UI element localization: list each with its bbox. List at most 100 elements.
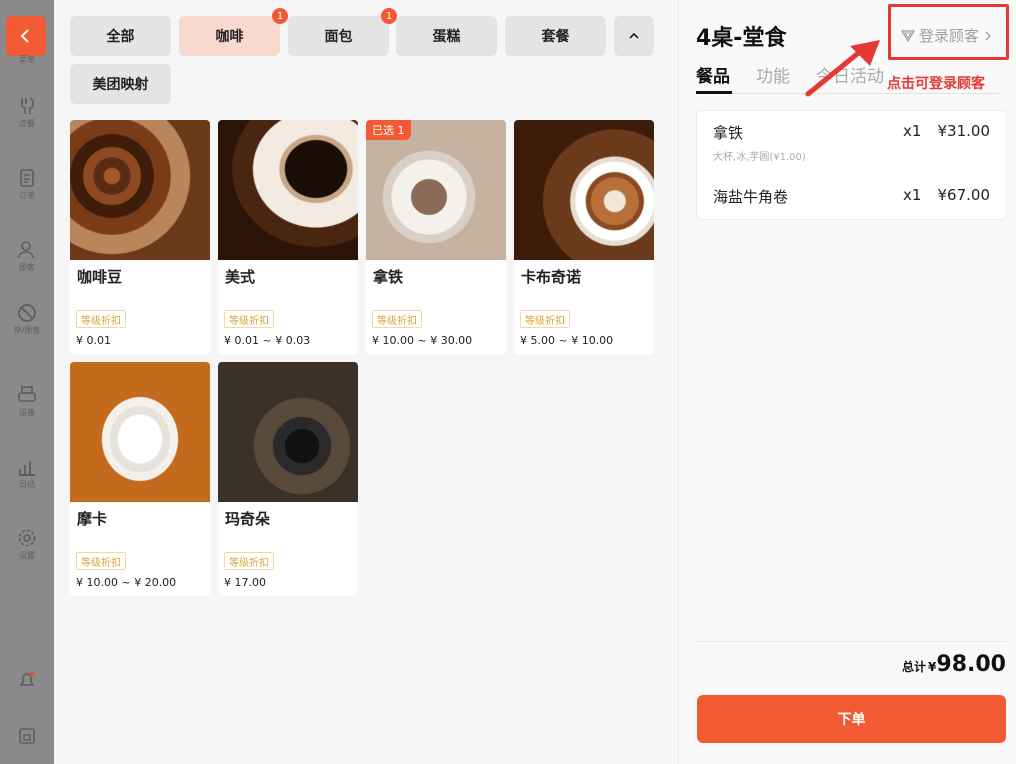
- product-card[interactable]: 卡布奇诺 等级折扣 ¥ 5.00 ~ ¥ 10.00: [514, 120, 654, 354]
- product-price: ¥ 10.00 ~ ¥ 20.00: [76, 576, 177, 589]
- order-item-options: 大杯,冰,芋圆(¥1.00): [713, 152, 806, 163]
- product-price: ¥ 0.01 ~ ¥ 0.03: [224, 334, 311, 347]
- chart-icon: [19, 461, 35, 476]
- table-title: 4桌-堂食: [696, 26, 787, 51]
- sidebar-item-label: 顾客: [19, 263, 35, 272]
- category-badge: 1: [381, 8, 397, 24]
- back-button[interactable]: [6, 16, 46, 56]
- customer-icon: [18, 241, 34, 259]
- product-name: 咖啡豆: [77, 268, 123, 286]
- sidebar-item-label: 设备: [19, 408, 35, 417]
- sidebar-item-label: 设置: [19, 551, 35, 560]
- collapse-categories-button[interactable]: [614, 16, 654, 56]
- product-card[interactable]: 已选 1 拿铁 等级折扣 ¥ 10.00 ~ ¥ 30.00: [366, 120, 506, 354]
- sidebar-item-orders[interactable]: 订单: [0, 168, 54, 201]
- sidebar-item-settings[interactable]: 设置: [0, 528, 54, 561]
- product-card[interactable]: 玛奇朵 等级折扣 ¥ 17.00: [218, 362, 358, 596]
- product-card[interactable]: 美式 等级折扣 ¥ 0.01 ~ ¥ 0.03: [218, 120, 358, 354]
- selected-count-tag: 已选 1: [366, 120, 411, 140]
- product-price: ¥ 5.00 ~ ¥ 10.00: [520, 334, 614, 347]
- sidebar: 菜单 点餐 订单 顾客 停/限售 设备 日结 设置: [0, 0, 54, 764]
- sidebar-item-daily[interactable]: 日结: [0, 457, 54, 490]
- tab-dishes[interactable]: 餐品: [696, 62, 730, 87]
- discount-tag: 等级折扣: [224, 552, 274, 570]
- sidebar-item-label: 停/限售: [13, 326, 41, 335]
- product-name: 玛奇朵: [225, 510, 271, 528]
- sidebar-item-devices[interactable]: 设备: [0, 385, 54, 418]
- total-currency: ¥: [928, 660, 937, 674]
- printer-icon: [18, 386, 36, 402]
- order-item-name: 海盐牛角卷: [713, 188, 789, 206]
- document-icon: [20, 169, 34, 187]
- order-item-price: ¥67.00: [937, 186, 991, 204]
- product-card[interactable]: 咖啡豆 等级折扣 ¥ 0.01: [70, 120, 210, 354]
- sidebar-item-stop-sale[interactable]: 停/限售: [0, 303, 54, 336]
- order-dish-icon: [21, 97, 34, 114]
- sidebar-item-customers[interactable]: 顾客: [0, 240, 54, 273]
- product-name: 拿铁: [373, 268, 404, 286]
- discount-tag: 等级折扣: [76, 552, 126, 570]
- lock-icon: [19, 728, 35, 744]
- category-label: 美团映射: [92, 77, 149, 93]
- tab-functions[interactable]: 功能: [756, 62, 790, 87]
- sidebar-item-menu[interactable]: 菜单: [0, 52, 54, 65]
- product-image: [218, 120, 358, 260]
- lock-button[interactable]: [0, 726, 54, 746]
- ban-icon: [18, 304, 36, 322]
- category-meituan[interactable]: 美团映射: [70, 64, 171, 104]
- order-item-price: ¥31.00: [937, 122, 991, 140]
- category-label: 全部: [106, 29, 135, 45]
- category-bread[interactable]: 面包 1: [288, 8, 397, 56]
- discount-tag: 等级折扣: [520, 310, 570, 328]
- annotation-arrow-icon: [805, 40, 880, 97]
- sidebar-item-label: 菜单: [19, 55, 35, 64]
- discount-tag: 等级折扣: [372, 310, 422, 328]
- product-area: 全部 咖啡 1 面包 1 蛋糕 套餐 美团映射 咖啡豆 等级折扣 ¥ 0.01 …: [54, 0, 678, 764]
- product-name: 摩卡: [77, 510, 108, 528]
- submit-order-label: 下单: [837, 712, 866, 728]
- category-coffee[interactable]: 咖啡 1: [179, 8, 288, 56]
- active-tab-underline: [696, 91, 732, 94]
- product-price: ¥ 17.00: [224, 576, 266, 589]
- annotation-hint-text: 点击可登录顾客: [887, 76, 985, 92]
- notification-bell[interactable]: [0, 670, 54, 690]
- product-name: 卡布奇诺: [521, 268, 582, 286]
- category-combo[interactable]: 套餐: [505, 16, 606, 56]
- category-label: 咖啡: [215, 29, 244, 45]
- annotation-highlight-box: [888, 4, 1009, 60]
- sidebar-item-label: 点餐: [19, 119, 35, 128]
- category-label: 套餐: [541, 29, 570, 45]
- discount-tag: 等级折扣: [76, 310, 126, 328]
- product-price: ¥ 10.00 ~ ¥ 30.00: [372, 334, 473, 347]
- product-price: ¥ 0.01: [76, 334, 111, 347]
- product-name: 美式: [225, 268, 256, 286]
- category-badge: 1: [272, 8, 288, 24]
- order-item-name: 拿铁: [713, 124, 744, 142]
- product-card[interactable]: 摩卡 等级折扣 ¥ 10.00 ~ ¥ 20.00: [70, 362, 210, 596]
- cart-panel: 4桌-堂食 登录顾客 餐品 功能 今日活动 点击可登录顾客 拿铁 大杯,冰,芋圆…: [678, 0, 1016, 764]
- sidebar-item-label: 订单: [19, 191, 35, 200]
- chevron-up-icon: [629, 32, 639, 39]
- discount-tag: 等级折扣: [224, 310, 274, 328]
- submit-order-button[interactable]: 下单: [697, 695, 1006, 743]
- product-image: [70, 120, 210, 260]
- category-label: 面包: [324, 29, 353, 45]
- order-total: 总计 ¥ 98.00: [902, 652, 1006, 677]
- category-cake[interactable]: 蛋糕: [396, 16, 497, 56]
- order-item-list: 拿铁 大杯,冰,芋圆(¥1.00) x1 ¥31.00 海盐牛角卷 x1 ¥67…: [696, 110, 1007, 220]
- category-all[interactable]: 全部: [70, 16, 171, 56]
- sidebar-item-order-dish[interactable]: 点餐: [0, 96, 54, 129]
- product-image: [70, 362, 210, 502]
- product-image: [218, 362, 358, 502]
- divider: [696, 641, 1007, 642]
- category-label: 蛋糕: [432, 29, 461, 45]
- sidebar-item-label: 日结: [19, 480, 35, 489]
- chevron-left-icon: [20, 29, 29, 43]
- order-item-qty: x1: [903, 122, 922, 140]
- product-image: [514, 120, 654, 260]
- product-image: [366, 120, 506, 260]
- gear-icon: [18, 529, 36, 547]
- total-label: 总计: [902, 660, 927, 674]
- total-value: 98.00: [936, 652, 1006, 677]
- bell-icon: [19, 671, 35, 686]
